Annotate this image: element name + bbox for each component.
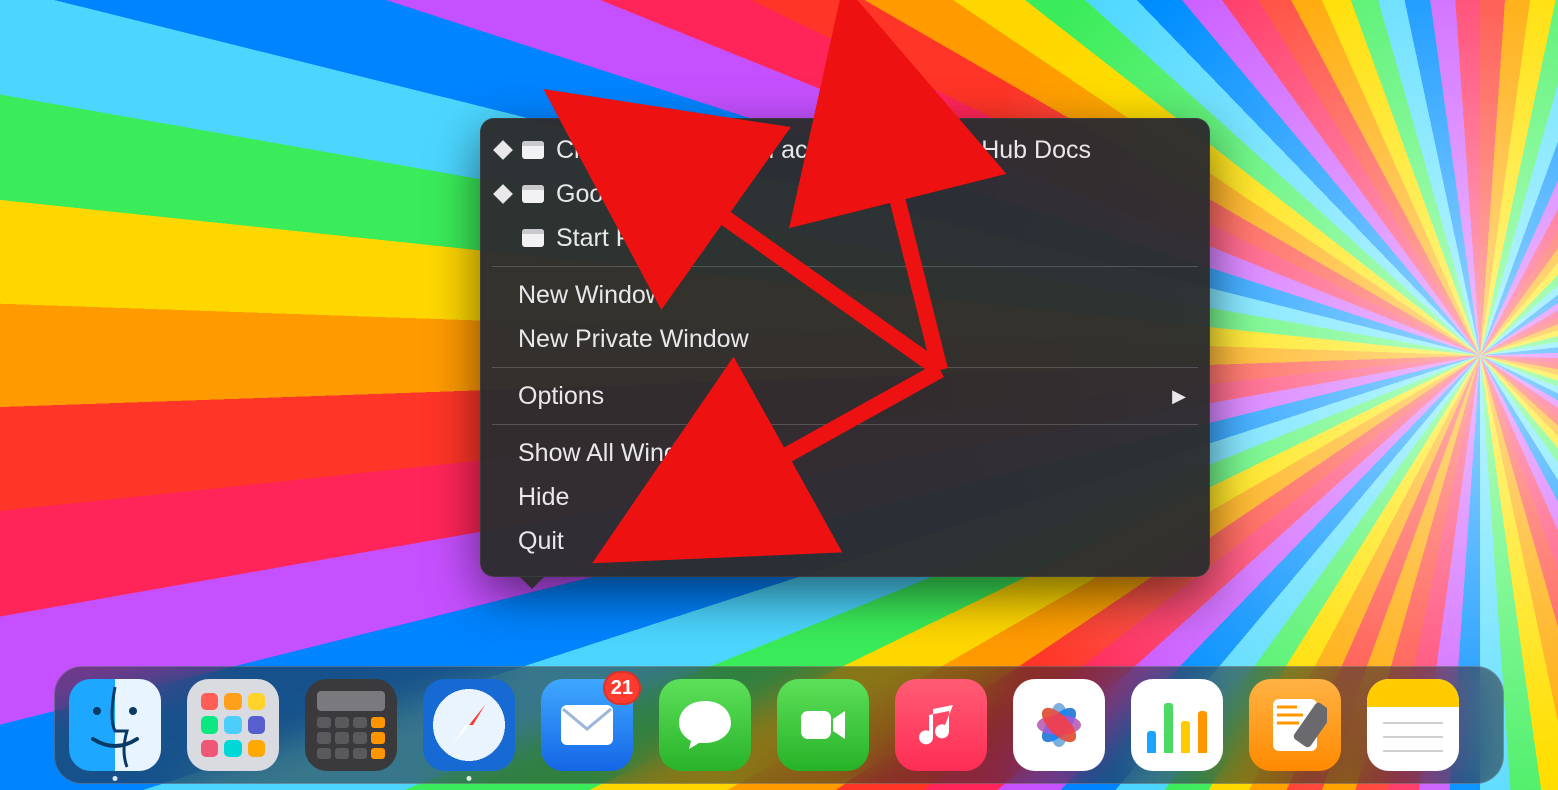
menu-separator xyxy=(492,266,1198,267)
notes-icon xyxy=(1367,679,1459,771)
menu-window-item[interactable]: Google xyxy=(480,172,1210,216)
menu-item-label: Options xyxy=(518,382,1160,411)
window-icon xyxy=(522,185,544,203)
menu-options[interactable]: Options ▶ xyxy=(480,374,1210,418)
calculator-icon xyxy=(305,679,397,771)
menu-quit[interactable]: Quit xyxy=(480,519,1210,563)
badge-count: 21 xyxy=(603,671,641,705)
spacer xyxy=(493,228,513,248)
menu-hide[interactable]: Hide xyxy=(480,475,1210,519)
music-icon xyxy=(895,679,987,771)
menu-item-label: New Private Window xyxy=(518,325,1186,354)
dock-app-photos[interactable] xyxy=(1013,679,1105,771)
launchpad-icon xyxy=(187,679,279,771)
menu-window-item[interactable]: Start Page xyxy=(480,216,1210,260)
active-window-diamond-icon xyxy=(493,140,513,160)
menu-item-label: Google xyxy=(556,180,1186,209)
running-indicator xyxy=(113,776,118,781)
submenu-arrow-icon: ▶ xyxy=(1172,386,1186,407)
dock-app-facetime[interactable] xyxy=(777,679,869,771)
menu-item-label: Hide xyxy=(518,483,1186,512)
dock-app-finder[interactable] xyxy=(69,679,161,771)
facetime-icon xyxy=(777,679,869,771)
safari-icon xyxy=(423,679,515,771)
dock-app-safari[interactable] xyxy=(423,679,515,771)
safari-dock-context-menu: Creating a personal access token - GitHu… xyxy=(480,118,1210,577)
menu-new-window[interactable]: New Window xyxy=(480,273,1210,317)
active-window-diamond-icon xyxy=(493,184,513,204)
dock-app-launchpad[interactable] xyxy=(187,679,279,771)
menu-window-item[interactable]: Creating a personal access token - GitHu… xyxy=(480,128,1210,172)
dock-app-mail[interactable]: 21 xyxy=(541,679,633,771)
dock-app-music[interactable] xyxy=(895,679,987,771)
dock-app-numbers[interactable] xyxy=(1131,679,1223,771)
menu-item-label: New Window xyxy=(518,281,1186,310)
menu-separator xyxy=(492,424,1198,425)
menu-show-all-windows[interactable]: Show All Windows xyxy=(480,431,1210,475)
dock-app-notes[interactable] xyxy=(1367,679,1459,771)
window-icon xyxy=(522,229,544,247)
menu-item-label: Quit xyxy=(518,527,1186,556)
numbers-bars xyxy=(1147,703,1207,753)
menu-separator xyxy=(492,367,1198,368)
dock-app-pages[interactable] xyxy=(1249,679,1341,771)
dock-app-messages[interactable] xyxy=(659,679,751,771)
running-indicator xyxy=(467,776,472,781)
messages-icon xyxy=(659,679,751,771)
launchpad-grid xyxy=(201,693,265,757)
menu-new-private-window[interactable]: New Private Window xyxy=(480,317,1210,361)
pages-icon xyxy=(1249,679,1341,771)
menu-item-label: Creating a personal access token - GitHu… xyxy=(556,136,1186,165)
finder-icon xyxy=(69,679,161,771)
dock-app-calculator[interactable] xyxy=(305,679,397,771)
menu-tail xyxy=(520,577,544,589)
numbers-icon xyxy=(1131,679,1223,771)
menu-item-label: Start Page xyxy=(556,224,1186,253)
menu-item-label: Show All Windows xyxy=(518,439,1186,468)
photos-icon xyxy=(1013,679,1105,771)
window-icon xyxy=(522,141,544,159)
dock: 21 xyxy=(54,666,1504,784)
